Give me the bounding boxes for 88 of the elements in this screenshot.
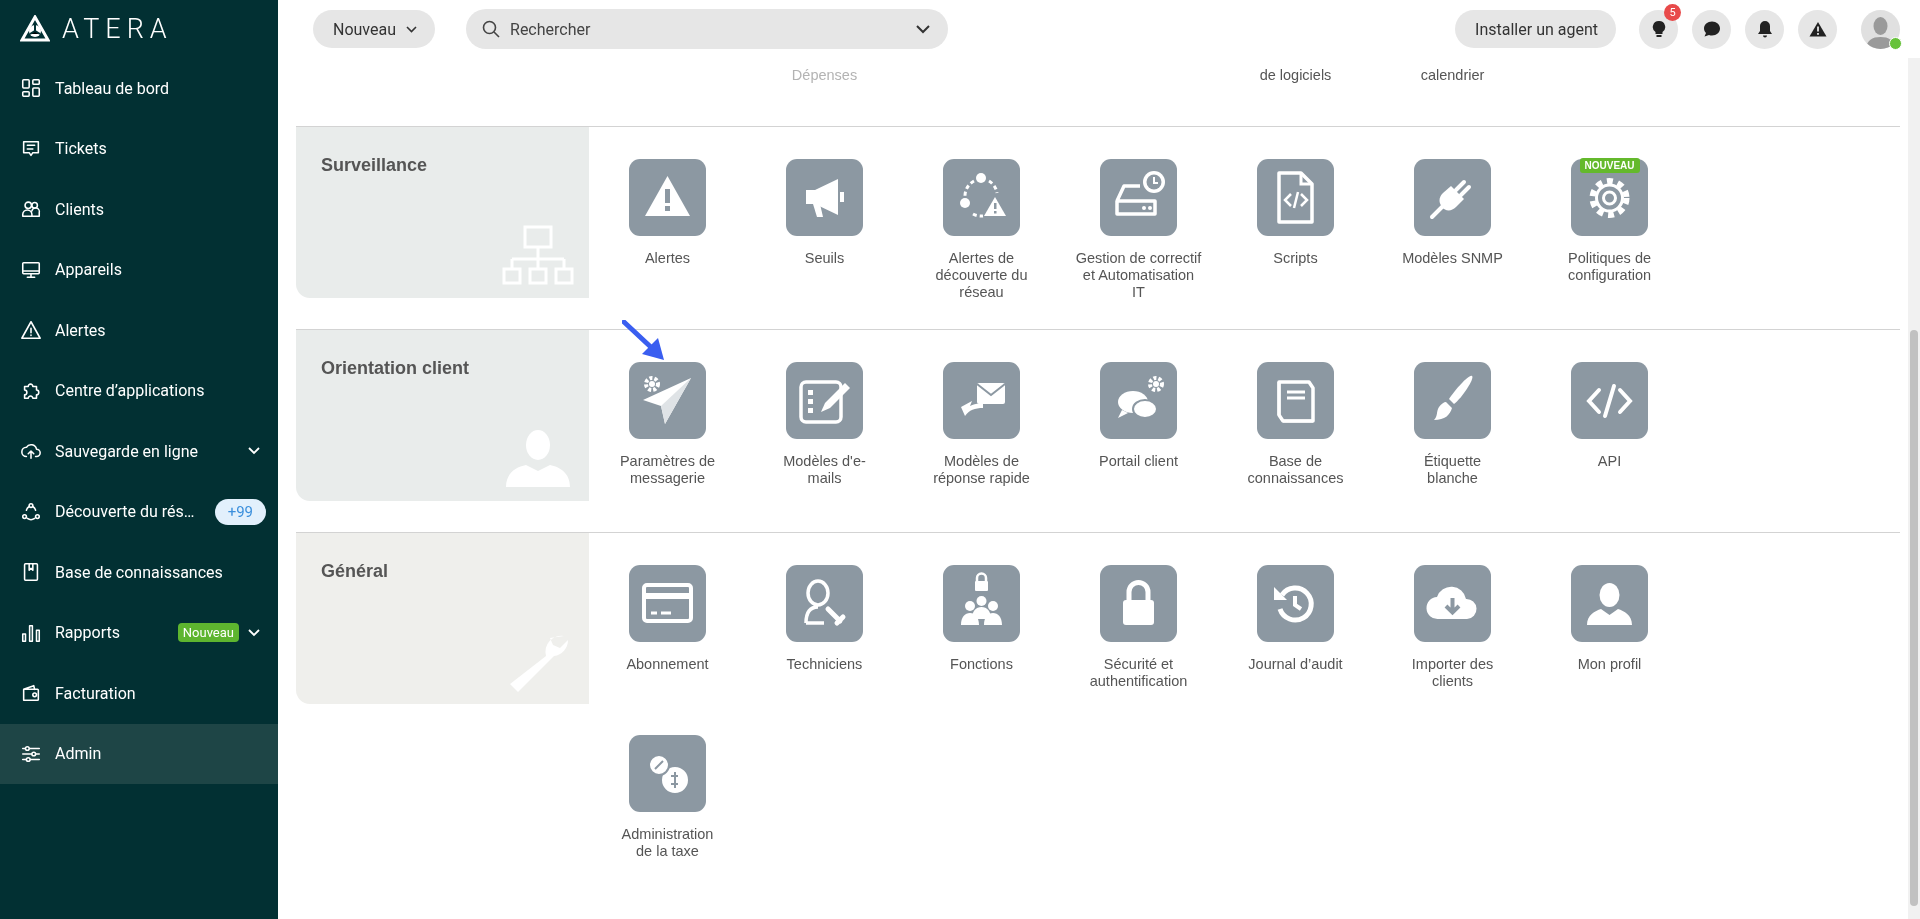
chevron-down-icon [916, 25, 930, 34]
sidebar-item[interactable]: Appareils [0, 239, 278, 300]
settings-tile[interactable]: Scripts [1217, 159, 1374, 299]
sidebar-item[interactable]: Découverte du rés… +99 [0, 481, 278, 542]
logo-text[interactable]: ATERA [62, 13, 173, 45]
sidebar-item[interactable]: Admin [0, 723, 278, 784]
settings-tile[interactable]: Seuils [746, 159, 903, 299]
settings-tile[interactable]: Techniciens [746, 565, 903, 705]
brush-icon [1414, 362, 1491, 439]
warning-icon [629, 159, 706, 236]
section-title: Orientation client [321, 358, 470, 378]
ideas-button[interactable] [1639, 9, 1678, 49]
chevron-down-icon [248, 447, 260, 456]
settings-tile[interactable]: Portail client [1060, 362, 1217, 502]
settings-tile[interactable]: Modèles d'e- mails [746, 362, 903, 502]
chat-button[interactable] [1692, 9, 1731, 49]
avatar[interactable] [1861, 9, 1900, 49]
search-field[interactable]: Rechercher [466, 9, 948, 49]
new-badge: Nouveau [177, 623, 239, 643]
settings-tile[interactable]: Gestion de correctif et Automatisation IT [1060, 159, 1217, 299]
tile-label[interactable]: de logiciels [1259, 67, 1332, 83]
settings-tile[interactable]: Modèles SNMP [1374, 159, 1531, 299]
drive-clock-icon [1100, 159, 1177, 236]
settings-tile[interactable]: Sécurité et authentification [1060, 565, 1217, 705]
dashboard-icon [20, 77, 42, 100]
sidebar-item[interactable]: Tableau de bord [0, 58, 278, 119]
new-button[interactable]: Nouveau [313, 10, 435, 48]
book-icon [1257, 362, 1334, 439]
settings-tile[interactable]: Mon profil [1531, 565, 1688, 705]
coins-icon [629, 735, 706, 812]
megaphone-icon [786, 159, 863, 236]
sidebar-item[interactable]: Centre d’applications [0, 360, 278, 421]
settings-tile[interactable]: Administration de la taxe [589, 735, 746, 875]
envelope-reply-icon [943, 362, 1020, 439]
warning-icon [1808, 21, 1827, 37]
chevron-down-icon [406, 25, 417, 33]
sidebar-item[interactable]: Base de connaissances [0, 542, 278, 603]
network-icon [20, 500, 42, 523]
cloud-download-icon [1414, 565, 1491, 642]
code-icon [1571, 362, 1648, 439]
plug-icon [1414, 159, 1491, 236]
settings-tile[interactable]: NOUVEAU Politiques de configuration [1531, 159, 1688, 299]
warning-icon [20, 319, 42, 342]
section-title: Général [321, 561, 389, 581]
person-wrench-icon [786, 565, 863, 642]
tile-label[interactable]: calendrier [1420, 67, 1485, 83]
bell-icon [1756, 20, 1773, 38]
search-icon [482, 20, 500, 38]
credit-card-icon [629, 565, 706, 642]
install-agent-button[interactable]: Installer un agent [1455, 10, 1616, 48]
settings-tile[interactable]: Paramètres de messagerie [589, 362, 746, 502]
sidebar-item[interactable]: Rapports Nouveau [0, 602, 278, 663]
settings-tile[interactable]: Importer des clients [1374, 565, 1531, 705]
settings-tile[interactable]: Journal d’audit [1217, 565, 1374, 705]
code-file-icon [1257, 159, 1334, 236]
lightbulb-icon [1651, 20, 1666, 38]
form-pencil-icon [786, 362, 863, 439]
settings-tile[interactable]: Alertes de découverte du réseau [903, 159, 1060, 299]
settings-tile[interactable]: Étiquette blanche [1374, 362, 1531, 502]
sidebar-item[interactable]: Alertes [0, 300, 278, 361]
settings-tile[interactable]: API [1531, 362, 1688, 502]
settings-tile[interactable]: Fonctions [903, 565, 1060, 705]
count-badge: +99 [214, 498, 266, 525]
scrollbar-thumb[interactable] [1910, 330, 1918, 906]
chat-icon [1702, 20, 1721, 38]
sidebar-item[interactable]: Clients [0, 179, 278, 240]
settings-tile[interactable]: Modèles de réponse rapide [903, 362, 1060, 502]
sidebar-item[interactable]: Tickets [0, 118, 278, 179]
paper-plane-gear-icon [629, 362, 706, 439]
chat-gear-icon [1100, 362, 1177, 439]
logo-icon [20, 15, 50, 43]
chevron-down-icon [248, 628, 260, 637]
network-warning-icon [943, 159, 1020, 236]
history-icon [1257, 565, 1334, 642]
alerts-button[interactable] [1798, 9, 1837, 49]
section-title: Surveillance [321, 155, 428, 175]
sidebar-item[interactable]: Sauvegarde en ligne [0, 421, 278, 482]
person-icon [1571, 565, 1648, 642]
sidebar-item[interactable]: Facturation [0, 663, 278, 724]
new-badge: NOUVEAU [1579, 158, 1640, 173]
group-lock-icon [943, 565, 1020, 642]
settings-tile[interactable]: Alertes [589, 159, 746, 299]
settings-tile[interactable]: Abonnement [589, 565, 746, 705]
padlock-icon [1100, 565, 1177, 642]
settings-icon [1571, 159, 1648, 236]
notification-badge: 5 [1664, 3, 1681, 21]
notifications-button[interactable] [1745, 9, 1784, 49]
settings-tile[interactable]: Base de connaissances [1217, 362, 1374, 502]
